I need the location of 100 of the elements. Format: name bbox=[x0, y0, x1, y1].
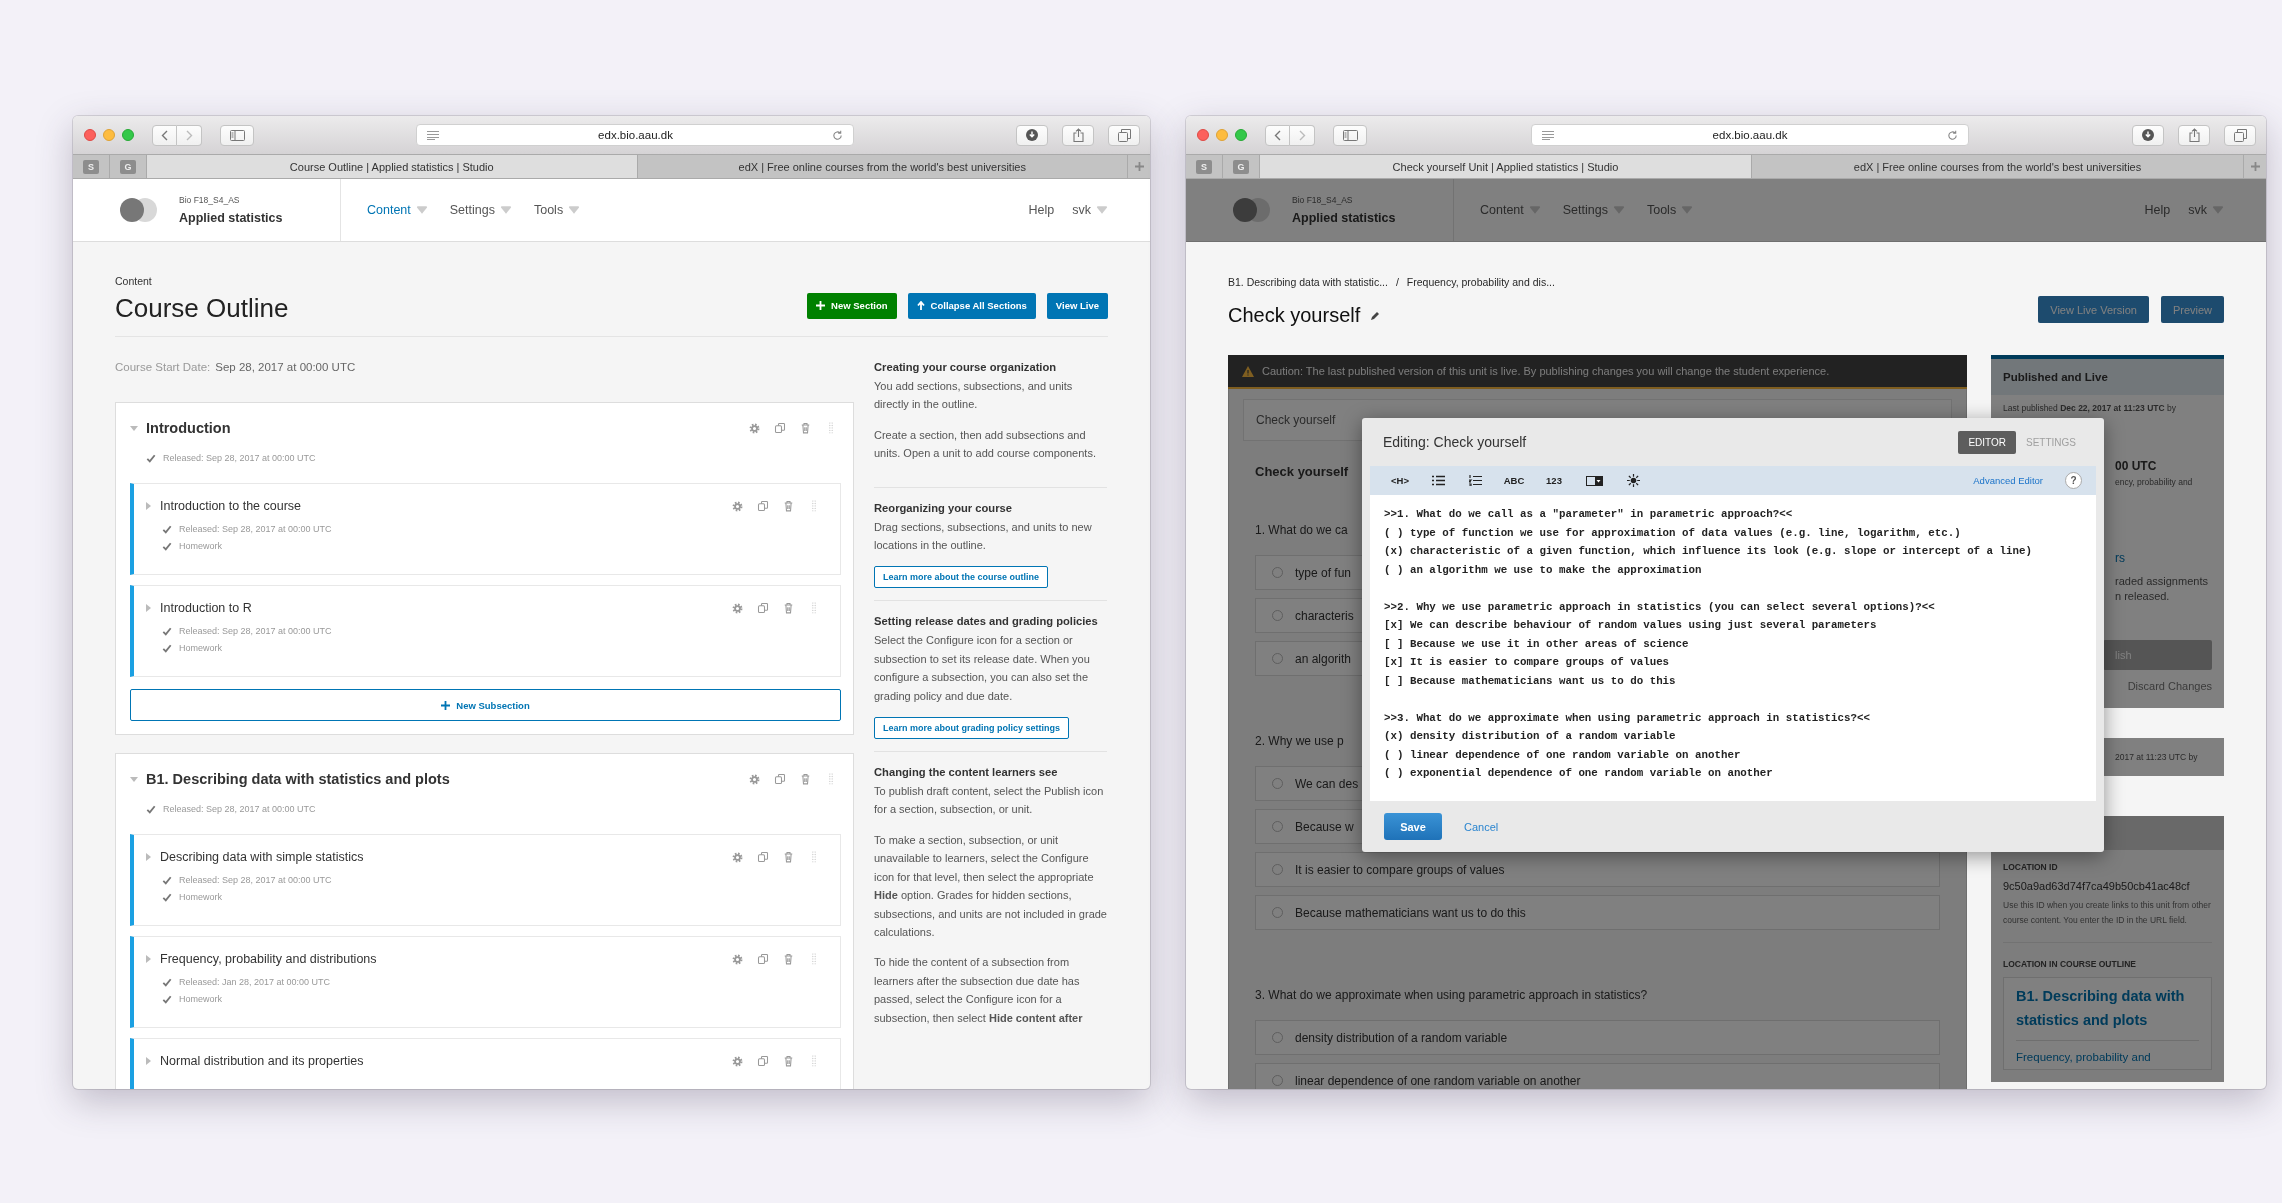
reload-icon[interactable] bbox=[832, 129, 843, 141]
gear-icon[interactable] bbox=[732, 1055, 743, 1067]
gear-icon[interactable] bbox=[732, 602, 743, 614]
caret-icon[interactable] bbox=[144, 853, 152, 861]
toolbar-button[interactable]: ABC bbox=[1494, 469, 1534, 492]
gear-icon[interactable] bbox=[732, 500, 743, 512]
radio-button[interactable] bbox=[1272, 778, 1283, 789]
tabs-button[interactable] bbox=[2224, 124, 2256, 146]
browser-tab[interactable]: edX | Free online courses from the world's best universities bbox=[637, 155, 1128, 178]
answer-option[interactable]: It is easier to compare groups of values bbox=[1255, 852, 1940, 887]
answer-option[interactable]: density distribution of a random variable bbox=[1255, 1020, 1940, 1055]
radio-button[interactable] bbox=[1272, 1075, 1283, 1086]
nav-menu[interactable]: Content bbox=[1480, 203, 1541, 217]
browser-tab[interactable]: Course Outline | Applied statistics | Studio bbox=[147, 155, 638, 178]
copy-icon[interactable] bbox=[774, 773, 786, 785]
advanced-editor-link[interactable]: Advanced Editor bbox=[1973, 475, 2043, 486]
pencil-icon[interactable] bbox=[1370, 310, 1381, 321]
gear-icon[interactable] bbox=[732, 953, 743, 965]
sun-icon[interactable] bbox=[1627, 474, 1640, 487]
section-title[interactable]: B1. Describing data with statistics and plots bbox=[146, 771, 741, 787]
nav-menu[interactable]: Tools bbox=[1646, 203, 1694, 217]
sidebar-button[interactable] bbox=[1333, 124, 1367, 146]
numbered-list-icon[interactable] bbox=[1469, 475, 1482, 486]
minimize-window-button[interactable] bbox=[1216, 129, 1228, 141]
toolbar-button[interactable]: 123 bbox=[1534, 469, 1574, 492]
radio-button[interactable] bbox=[1272, 567, 1283, 578]
subsection-title[interactable]: Introduction to R bbox=[160, 601, 724, 615]
zoom-window-button[interactable] bbox=[122, 129, 134, 141]
caret-icon[interactable] bbox=[144, 1057, 152, 1065]
sidebar-button[interactable] bbox=[220, 124, 254, 146]
gear-icon[interactable] bbox=[749, 422, 760, 434]
markdown-editor[interactable]: >>1. What do we call as a "parameter" in parametric approach?<< ( ) type of function we use for approximation of data values (e.g. line, logarithm, etc.) (x) characteristic of a given function, which influence its look (e.g. slope or intercept of a line) ( ) an algorithm we use to make the approximation >>2. Why we use parametric approach in statistics (you can select several options)?<< [x] We can describe behaviour of random values using just several parameters [ ] Because we use it in other areas of science [x] It is easier to compare groups of values [ ] Because mathematicians want us to do this >>3. What do we approximate when using parametric approach in statistics?<< (x) density distribution of a random variable ( ) linear dependence of one random variable on another ( ) exponential dependence of one random variable on another bbox=[1370, 495, 2096, 801]
address-bar[interactable]: edx.bio.aau.dk bbox=[1530, 124, 1969, 146]
copy-icon[interactable] bbox=[757, 602, 769, 614]
radio-button[interactable] bbox=[1272, 1032, 1283, 1043]
trash-icon[interactable] bbox=[783, 953, 794, 965]
minimize-window-button[interactable] bbox=[103, 129, 115, 141]
subsection-title[interactable]: Describing data with simple statistics bbox=[160, 850, 724, 864]
new-subsection-button[interactable]: New Subsection bbox=[130, 689, 841, 721]
dialog-tab[interactable]: EDITOR bbox=[1958, 430, 2016, 454]
action-button[interactable]: New Section bbox=[807, 292, 897, 319]
zoom-window-button[interactable] bbox=[1235, 129, 1247, 141]
caret-icon[interactable] bbox=[130, 775, 138, 783]
breadcrumb-link[interactable]: B1. Describing data with statistic... bbox=[1228, 276, 1388, 288]
trash-icon[interactable] bbox=[800, 773, 811, 785]
back-button[interactable] bbox=[1265, 124, 1290, 146]
action-button[interactable]: Collapse All Sections bbox=[907, 292, 1036, 319]
discard-changes-link[interactable]: Discard Changes bbox=[2127, 680, 2212, 692]
copy-icon[interactable] bbox=[757, 851, 769, 863]
save-button[interactable]: Save bbox=[1384, 813, 1442, 840]
gear-icon[interactable] bbox=[749, 773, 760, 785]
pinned-tab[interactable]: G bbox=[1233, 159, 1249, 174]
trash-icon[interactable] bbox=[783, 1055, 794, 1067]
help-button[interactable]: ? bbox=[2065, 472, 2082, 489]
toolbar-button[interactable]: <H> bbox=[1380, 469, 1420, 492]
trash-icon[interactable] bbox=[783, 602, 794, 614]
caret-icon[interactable] bbox=[130, 424, 138, 432]
user-menu[interactable]: svk bbox=[2188, 203, 2224, 217]
address-bar[interactable]: edx.bio.aau.dk bbox=[416, 124, 854, 146]
nav-menu[interactable]: Settings bbox=[1562, 203, 1625, 217]
browser-tab[interactable]: Check yourself Unit | Applied statistics | Studio bbox=[1260, 155, 1752, 178]
dropdown-icon[interactable] bbox=[1586, 475, 1603, 486]
pinned-tab[interactable]: G bbox=[120, 159, 136, 174]
subsection-title[interactable]: Introduction to the course bbox=[160, 499, 724, 513]
pinned-tab[interactable]: S bbox=[1196, 159, 1212, 174]
info-link[interactable]: rs bbox=[2115, 551, 2125, 565]
trash-icon[interactable] bbox=[783, 851, 794, 863]
help-link[interactable]: Help bbox=[1028, 203, 1055, 217]
section-title[interactable]: Introduction bbox=[146, 420, 741, 436]
pinned-tab[interactable]: S bbox=[83, 159, 99, 174]
share-button[interactable] bbox=[1062, 124, 1094, 146]
caret-icon[interactable] bbox=[144, 604, 152, 612]
radio-button[interactable] bbox=[1272, 864, 1283, 875]
radio-button[interactable] bbox=[1272, 821, 1283, 832]
browser-tab[interactable]: edX | Free online courses from the world's best universities bbox=[1752, 155, 2244, 178]
subsection-link[interactable]: Frequency, probability and bbox=[2016, 1051, 2199, 1063]
caret-icon[interactable] bbox=[144, 955, 152, 963]
radio-button[interactable] bbox=[1272, 907, 1283, 918]
learn-more-link[interactable]: Learn more about grading policy settings bbox=[874, 717, 1070, 740]
section-link[interactable]: B1. Describing data with statistics and plots bbox=[2016, 984, 2199, 1041]
tabs-button[interactable] bbox=[1108, 124, 1140, 146]
forward-button[interactable] bbox=[1290, 124, 1315, 146]
learn-more-link[interactable]: Learn more about the course outline bbox=[874, 566, 1049, 589]
copy-icon[interactable] bbox=[757, 953, 769, 965]
forward-button[interactable] bbox=[177, 124, 202, 146]
copy-icon[interactable] bbox=[774, 422, 786, 434]
radio-button[interactable] bbox=[1272, 610, 1283, 621]
nav-menu[interactable]: Content bbox=[367, 203, 428, 217]
answer-option[interactable]: Because mathematicians want us to do this bbox=[1255, 895, 1940, 930]
trash-icon[interactable] bbox=[800, 422, 811, 434]
copy-icon[interactable] bbox=[757, 500, 769, 512]
trash-icon[interactable] bbox=[783, 500, 794, 512]
reload-icon[interactable] bbox=[1946, 129, 1958, 141]
download-button[interactable] bbox=[2132, 124, 2164, 146]
bulleted-list-icon[interactable] bbox=[1432, 475, 1445, 486]
breadcrumb-link[interactable]: Frequency, probability and dis... bbox=[1406, 276, 1555, 288]
radio-button[interactable] bbox=[1272, 653, 1283, 664]
share-button[interactable] bbox=[2178, 124, 2210, 146]
download-button[interactable] bbox=[1016, 124, 1048, 146]
back-button[interactable] bbox=[152, 124, 177, 146]
